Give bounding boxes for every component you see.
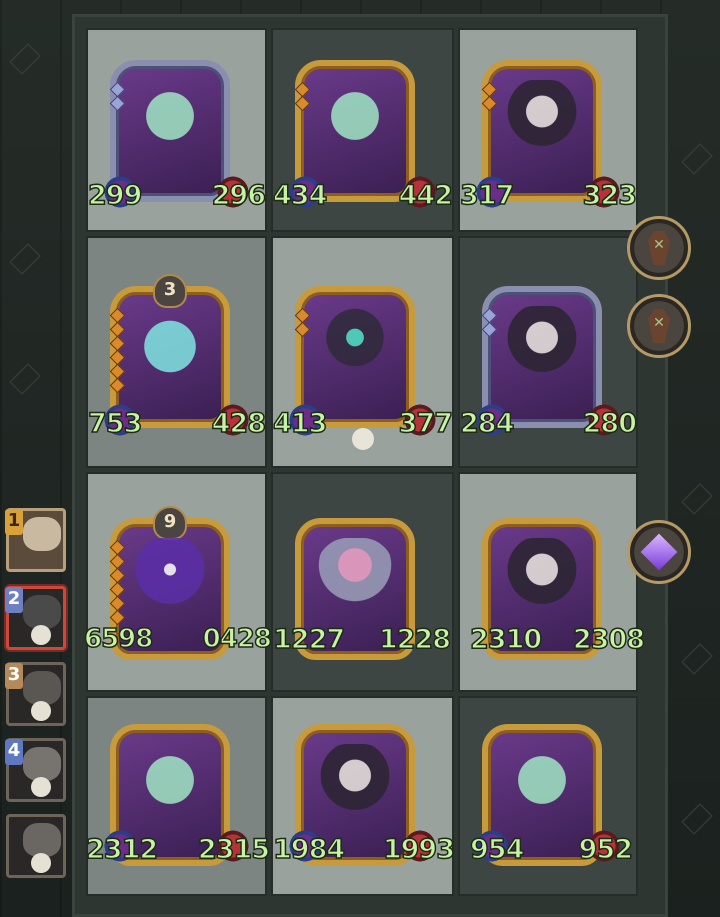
portrait-icon (23, 517, 61, 551)
attack-value: 284 (459, 407, 515, 440)
attack-value: 954 (469, 833, 525, 866)
cross-icon: ✕ (653, 314, 665, 331)
board-cell[interactable]: 954 952 (458, 696, 638, 896)
skull-icon (31, 701, 51, 721)
gem-button[interactable] (627, 520, 691, 584)
rank-pips (109, 539, 126, 626)
queue-item[interactable] (6, 814, 66, 878)
horned-devil-art (315, 306, 395, 396)
skull-icon (351, 428, 374, 450)
queue-number: 4 (5, 739, 23, 765)
queue-item[interactable]: 4 (5, 738, 66, 802)
queue-number: 3 (5, 663, 23, 689)
ghost-vampire-art (130, 744, 210, 834)
queue-item[interactable]: 2 (5, 586, 66, 650)
board-cell[interactable]: 317 323 (458, 28, 638, 232)
purple-demon-boss-art (130, 538, 210, 628)
attack-value: 2310 (469, 623, 543, 656)
coffin-button[interactable]: ✕ (627, 294, 691, 358)
health-value: 377 (398, 407, 454, 440)
rank-pips (294, 307, 311, 338)
queue-number: 2 (5, 587, 23, 613)
rank-pips (481, 307, 498, 338)
battle-board: 299 296 434 442 317 323 3 753 428 413 37… (72, 14, 668, 917)
rank-pips (481, 81, 498, 112)
queue-item[interactable]: 3 (5, 662, 66, 726)
coffin-button[interactable]: ✕ (627, 216, 691, 280)
board-cell[interactable]: 2312 2315 (85, 696, 271, 896)
health-value: 280 (582, 407, 638, 440)
board-cell[interactable]: 1984 1993 (271, 696, 456, 896)
rank-pips (109, 81, 126, 112)
ghost-vampire-art (315, 80, 395, 170)
portrait-icon (23, 823, 61, 857)
queue-item[interactable]: 1 (5, 508, 66, 572)
board-cell[interactable]: 284 280 (458, 236, 638, 468)
portrait-icon (23, 595, 61, 629)
attack-value: 317 (459, 179, 515, 212)
board-cell[interactable]: 3 753 428 (86, 236, 267, 468)
cross-icon: ✕ (653, 236, 665, 253)
attack-value: 1227 (272, 623, 346, 656)
board-cell[interactable]: 413 377 (271, 236, 454, 468)
attack-value: 434 (272, 179, 328, 212)
spectral-wolf-art (130, 306, 210, 396)
health-value: 2315 (197, 833, 271, 866)
ghost-cat-art (130, 80, 210, 170)
gem-icon (640, 533, 678, 571)
health-value: 2308 (572, 623, 646, 656)
ghost-cat-art (502, 744, 582, 834)
rank-pips (109, 307, 126, 394)
skull-icon (31, 625, 51, 645)
board-cell[interactable]: 1227 1228 (271, 472, 454, 692)
health-value: 428 (211, 407, 267, 440)
attack-value: 6598 (83, 623, 154, 655)
attack-value: 1984 (272, 833, 346, 866)
reaper-art (315, 744, 395, 834)
board-cell[interactable]: 434 442 (271, 28, 454, 232)
queue-number: 1 (5, 509, 23, 535)
board-cell[interactable]: 299 296 (86, 28, 267, 232)
attack-value: 413 (272, 407, 328, 440)
health-value: 296 (211, 179, 267, 212)
pink-haired-knight-art (315, 538, 395, 628)
board-cell[interactable]: 9 6598 0428 (83, 472, 273, 692)
unit-level-badge: 9 (153, 506, 187, 540)
health-value: 1228 (378, 623, 452, 656)
health-value: 442 (398, 179, 454, 212)
health-value: 952 (578, 833, 634, 866)
health-value: 323 (582, 179, 638, 212)
zombie-skull-art (502, 306, 582, 396)
health-value: 0428 (202, 623, 273, 655)
skull-icon (31, 777, 51, 797)
board-cell[interactable]: 2310 2308 (458, 472, 646, 692)
attack-value: 753 (87, 407, 143, 440)
skull-icon (31, 853, 51, 873)
attack-value: 299 (87, 179, 143, 212)
health-value: 1993 (382, 833, 456, 866)
portrait-icon (23, 747, 61, 781)
attack-value: 2312 (85, 833, 159, 866)
reaper-art (502, 80, 582, 170)
reaper-art (502, 538, 582, 628)
unit-level-badge: 3 (153, 274, 187, 308)
rank-pips (294, 81, 311, 112)
portrait-icon (23, 671, 61, 705)
